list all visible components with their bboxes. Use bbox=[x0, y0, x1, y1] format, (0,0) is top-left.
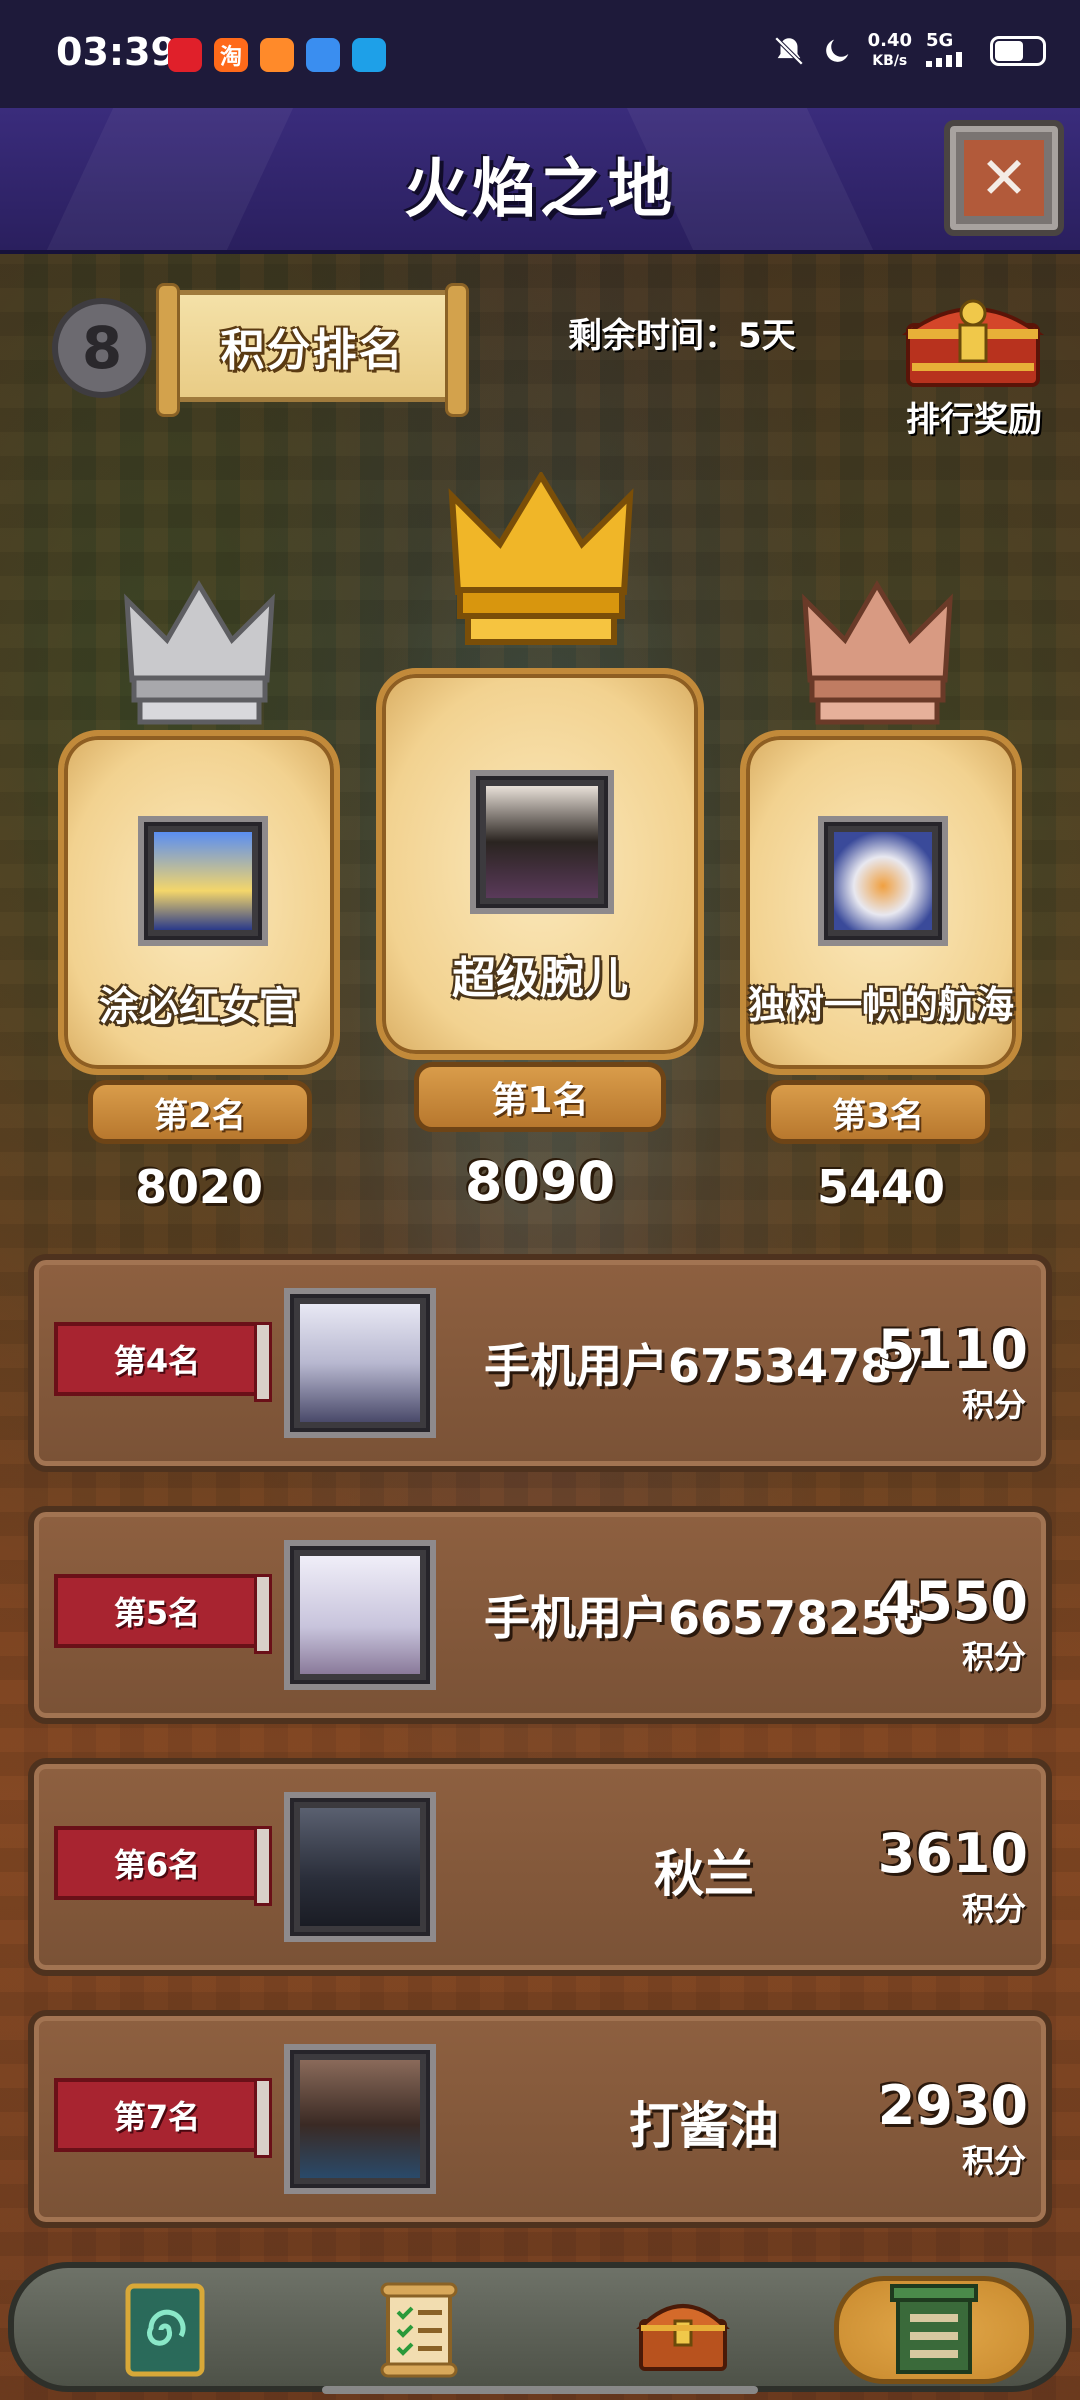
close-icon: ✕ bbox=[964, 140, 1044, 216]
status-app-icons: 淘 bbox=[168, 38, 386, 72]
player-name: 打酱油 bbox=[629, 2097, 779, 2155]
podium-name-first: 超级腕儿 bbox=[452, 953, 628, 1004]
podium-name-third: 独树一帜的航海 bbox=[747, 983, 1014, 1027]
avatar bbox=[284, 1540, 436, 1690]
avatar bbox=[138, 816, 268, 946]
status-time: 03:39 bbox=[56, 30, 177, 74]
battery-icon bbox=[990, 36, 1046, 66]
rank-badge: 第6名 bbox=[54, 1826, 272, 1906]
mute-icon bbox=[774, 36, 803, 66]
orange-app-icon bbox=[260, 38, 294, 72]
podium-score-first: 8090 bbox=[464, 1150, 616, 1213]
card-spiral-icon bbox=[125, 2283, 205, 2377]
player-score: 2930 bbox=[877, 2074, 1028, 2137]
player-name: 手机用户67534787 bbox=[483, 1339, 925, 1393]
ranking-board-icon bbox=[890, 2284, 978, 2374]
network-speed: 0.40 KB/s bbox=[868, 31, 912, 71]
taobao-icon: 淘 bbox=[214, 38, 248, 72]
player-name: 手机用户66578256 bbox=[483, 1591, 925, 1645]
rank-badge: 第7名 bbox=[54, 2078, 272, 2158]
title-bar: 火焰之地 ✕ bbox=[0, 108, 1080, 254]
treasure-chest-icon bbox=[636, 2304, 730, 2371]
ranking-scroll-button[interactable]: 积分排名 bbox=[156, 283, 469, 417]
score-unit: 积分 bbox=[961, 1638, 1026, 1676]
reward-label[interactable]: 排行奖励 bbox=[900, 392, 1048, 441]
net-speed-value: 0.40 bbox=[867, 30, 912, 51]
nav-item-cards[interactable] bbox=[100, 2276, 230, 2384]
score-unit: 积分 bbox=[961, 1386, 1026, 1424]
score-unit: 积分 bbox=[961, 2142, 1026, 2180]
season-badge: 8 bbox=[52, 298, 152, 398]
checklist-scroll-icon bbox=[380, 2282, 458, 2378]
page-title: 火焰之地 bbox=[404, 153, 676, 227]
avatar bbox=[284, 1288, 436, 1438]
network-type: 5G bbox=[926, 30, 976, 72]
moon-icon bbox=[825, 39, 848, 62]
bottom-nav bbox=[8, 2262, 1072, 2392]
status-right: 0.40 KB/s 5G bbox=[772, 30, 1046, 72]
blue-app-icon bbox=[352, 38, 386, 72]
avatar bbox=[470, 770, 614, 914]
rank-tag-third: 第3名 bbox=[766, 1080, 990, 1144]
file-app-icon bbox=[306, 38, 340, 72]
avatar bbox=[284, 1792, 436, 1942]
player-score: 4550 bbox=[877, 1570, 1028, 1633]
network-label: 5G bbox=[926, 30, 954, 51]
ranking-row[interactable]: 第4名 手机用户67534787 5110 积分 bbox=[28, 1254, 1052, 1472]
close-button[interactable]: ✕ bbox=[944, 120, 1064, 236]
signal-icon bbox=[926, 52, 962, 67]
rank-tag-first: 第1名 bbox=[414, 1062, 666, 1132]
player-name: 秋兰 bbox=[654, 1845, 754, 1903]
net-speed-unit: KB/s bbox=[872, 53, 908, 69]
ranking-row[interactable]: 第7名 打酱油 2930 积分 bbox=[28, 2010, 1052, 2228]
podium-card-third[interactable]: 独树一帜的航海 bbox=[740, 730, 1022, 1075]
nav-item-ranking[interactable] bbox=[834, 2276, 1034, 2384]
ranking-row[interactable]: 第6名 秋兰 3610 积分 bbox=[28, 1758, 1052, 1976]
rank-badge: 第4名 bbox=[54, 1322, 272, 1402]
ranking-row[interactable]: 第5名 手机用户66578256 4550 积分 bbox=[28, 1506, 1052, 1724]
podium-name-second: 涂必红女官 bbox=[99, 984, 299, 1030]
score-unit: 积分 bbox=[961, 1890, 1026, 1928]
ranking-scroll-label: 积分排名 bbox=[220, 325, 405, 376]
player-score: 5110 bbox=[877, 1318, 1028, 1381]
treasure-chest-icon[interactable] bbox=[898, 285, 1048, 390]
avatar bbox=[284, 2044, 436, 2194]
podium-score-second: 8020 bbox=[134, 1160, 264, 1214]
gold-crown-icon bbox=[448, 472, 634, 645]
avatar bbox=[818, 816, 948, 946]
podium-card-first[interactable]: 超级腕儿 bbox=[376, 668, 704, 1060]
rank-tag-second: 第2名 bbox=[88, 1080, 312, 1144]
player-score: 3610 bbox=[877, 1822, 1028, 1885]
status-bar: 03:39 淘 0.40 KB/s 5G bbox=[0, 0, 1080, 108]
remaining-time: 剩余时间：5天 bbox=[568, 316, 796, 356]
app-icon-red bbox=[168, 38, 202, 72]
rank-badge: 第5名 bbox=[54, 1574, 272, 1654]
home-indicator bbox=[322, 2386, 758, 2394]
nav-item-tasks[interactable] bbox=[354, 2276, 484, 2384]
podium-card-second[interactable]: 涂必红女官 bbox=[58, 730, 340, 1075]
silver-crown-icon bbox=[124, 580, 275, 725]
bronze-crown-icon bbox=[802, 580, 953, 725]
podium-score-third: 5440 bbox=[816, 1160, 946, 1214]
nav-item-chest[interactable] bbox=[618, 2276, 748, 2384]
